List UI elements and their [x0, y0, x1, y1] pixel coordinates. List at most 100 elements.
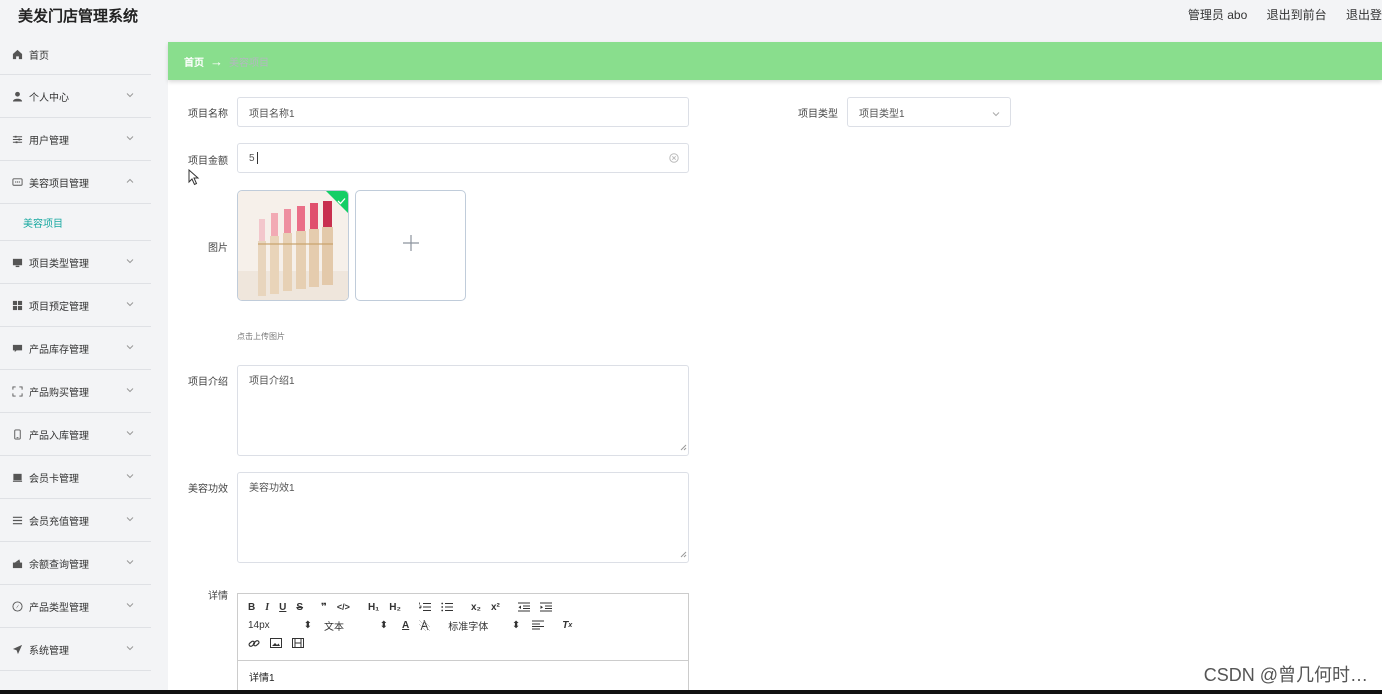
send-icon — [11, 643, 23, 655]
sidebar-item-project-type-management[interactable]: 项目类型管理 — [0, 241, 151, 284]
editor-toolbar: B I U S ❞ </> H₁ H₂ x₂ x² 14px ⬍ 文本 ⬍ A — [238, 594, 688, 661]
beauty-effect-value: 美容功效1 — [249, 483, 295, 494]
clear-icon[interactable] — [669, 153, 679, 166]
chevron-down-icon — [126, 256, 134, 267]
sidebar-item-label: 产品库存管理 — [29, 344, 89, 356]
chevron-down-icon — [126, 428, 134, 439]
sidebar-item-user-management[interactable]: 用户管理 — [0, 118, 151, 161]
strikethrough-button[interactable]: S — [296, 602, 303, 613]
chevron-down-icon — [126, 299, 134, 310]
sidebar-subitem-beauty-project[interactable]: 美容项目 — [0, 204, 151, 241]
chevron-down-icon — [126, 342, 134, 353]
sidebar-item-label: 产品购买管理 — [29, 387, 89, 399]
font-family-select[interactable]: 标准字体 ⬍ — [448, 618, 520, 633]
ordered-list-button[interactable] — [419, 602, 431, 612]
beauty-effect-textarea[interactable]: 美容功效1 — [237, 472, 689, 563]
project-intro-textarea[interactable]: 项目介绍1 — [237, 365, 689, 456]
project-type-select[interactable]: 项目类型1 — [847, 97, 1011, 127]
text-caret — [256, 152, 258, 164]
beauty-effect-label: 美容功效 — [188, 484, 228, 495]
chevron-down-icon — [126, 514, 134, 525]
chevron-up-icon — [126, 176, 134, 187]
align-button[interactable] — [532, 620, 545, 630]
outdent-button[interactable] — [517, 602, 530, 612]
superscript-button[interactable]: x² — [491, 602, 500, 613]
font-size-value: 14px — [248, 619, 270, 631]
sidebar-item-label: 美容项目管理 — [29, 178, 89, 190]
top-links: 管理员 abo 退出到前台 退出登录 — [1172, 6, 1382, 23]
chevron-down-icon — [126, 471, 134, 482]
sidebar-item-product-purchase-management[interactable]: 产品购买管理 — [0, 370, 151, 413]
italic-button[interactable]: I — [265, 602, 269, 613]
upload-add-button[interactable] — [355, 190, 466, 301]
chevron-down-icon — [126, 643, 134, 654]
sidebar-item-label: 会员卡管理 — [29, 473, 79, 485]
image-icon[interactable] — [270, 638, 282, 648]
subscript-button[interactable]: x₂ — [471, 602, 481, 613]
compass-icon — [11, 600, 23, 612]
card-icon — [11, 471, 23, 483]
sidebar-subitem-label: 美容项目 — [23, 218, 63, 230]
sidebar-item-member-card-management[interactable]: 会员卡管理 — [0, 456, 151, 499]
breadcrumb-home-link[interactable]: 首页 — [184, 54, 204, 69]
editor-content-area[interactable]: 详情1 — [238, 661, 688, 692]
exit-to-front-link[interactable]: 退出到前台 — [1267, 8, 1327, 22]
paragraph-value: 文本 — [324, 621, 344, 633]
chevron-down-icon — [126, 90, 134, 101]
blockquote-button[interactable]: ❞ — [321, 602, 327, 613]
underline-button[interactable]: U — [279, 602, 286, 613]
font-color-button[interactable]: A — [402, 620, 409, 631]
sidebar: 首页 个人中心 用户管理 美容项目管理 美容项目 项目类型管理 项目预定管理 产… — [0, 35, 151, 694]
updown-icon: ⬍ — [303, 619, 312, 631]
font-size-select[interactable]: 14px ⬍ — [248, 620, 312, 631]
chat-icon — [11, 176, 23, 188]
code-block-button[interactable]: </> — [337, 602, 350, 612]
breadcrumb: 首页 → 美容项目 — [168, 42, 1382, 80]
list-icon — [11, 514, 23, 526]
project-amount-input[interactable]: 5 — [237, 143, 689, 173]
sidebar-item-label: 项目预定管理 — [29, 301, 89, 313]
sidebar-item-label: 用户管理 — [29, 135, 69, 147]
sidebar-item-product-stock-management[interactable]: 产品库存管理 — [0, 327, 151, 370]
sidebar-item-system-management[interactable]: 系统管理 — [0, 628, 151, 671]
video-icon[interactable] — [292, 638, 304, 648]
editor-content-text: 详情1 — [249, 673, 275, 684]
project-type-label: 项目类型 — [798, 109, 838, 120]
project-name-label: 项目名称 — [188, 109, 228, 120]
updown-icon: ⬍ — [511, 619, 521, 631]
uploaded-image-thumbnail[interactable] — [237, 190, 349, 301]
sidebar-item-member-recharge-management[interactable]: 会员充值管理 — [0, 499, 151, 542]
user-icon — [11, 90, 23, 102]
sidebar-item-label: 会员充值管理 — [29, 516, 89, 528]
header1-button[interactable]: H₁ — [368, 602, 379, 613]
resize-handle-icon[interactable] — [680, 550, 687, 561]
sidebar-item-label: 项目类型管理 — [29, 258, 89, 270]
resize-handle-icon[interactable] — [680, 443, 687, 454]
home-icon — [11, 49, 23, 61]
sidebar-item-personal-center[interactable]: 个人中心 — [0, 75, 151, 118]
sidebar-item-project-booking-management[interactable]: 项目预定管理 — [0, 284, 151, 327]
chevron-down-icon — [992, 109, 1000, 120]
sidebar-item-beauty-project-management[interactable]: 美容项目管理 — [0, 161, 151, 204]
bullet-list-button[interactable] — [441, 602, 453, 612]
link-icon[interactable] — [248, 638, 260, 649]
logout-link[interactable]: 退出登录 — [1346, 8, 1382, 22]
sidebar-item-home[interactable]: 首页 — [0, 35, 151, 75]
project-name-input[interactable]: 项目名称1 — [237, 97, 689, 127]
grid-icon — [11, 299, 23, 311]
app-title: 美发门店管理系统 — [18, 8, 139, 25]
indent-button[interactable] — [539, 602, 552, 612]
sidebar-item-balance-query-management[interactable]: 余额查询管理 — [0, 542, 151, 585]
clear-format-button[interactable]: Tx — [562, 620, 572, 631]
chevron-down-icon — [126, 600, 134, 611]
paragraph-select[interactable]: 文本 ⬍ — [324, 618, 388, 633]
sidebar-item-product-type-management[interactable]: 产品类型管理 — [0, 585, 151, 628]
breadcrumb-arrow: → — [210, 53, 223, 69]
sidebar-item-product-inbound-management[interactable]: 产品入库管理 — [0, 413, 151, 456]
wallet-icon — [11, 557, 23, 569]
chevron-down-icon — [126, 385, 134, 396]
bold-button[interactable]: B — [248, 602, 255, 613]
header2-button[interactable]: H₂ — [389, 602, 401, 613]
top-bar: 美发门店管理系统 管理员 abo 退出到前台 退出登录 — [0, 0, 1382, 28]
background-color-button[interactable] — [419, 619, 431, 631]
